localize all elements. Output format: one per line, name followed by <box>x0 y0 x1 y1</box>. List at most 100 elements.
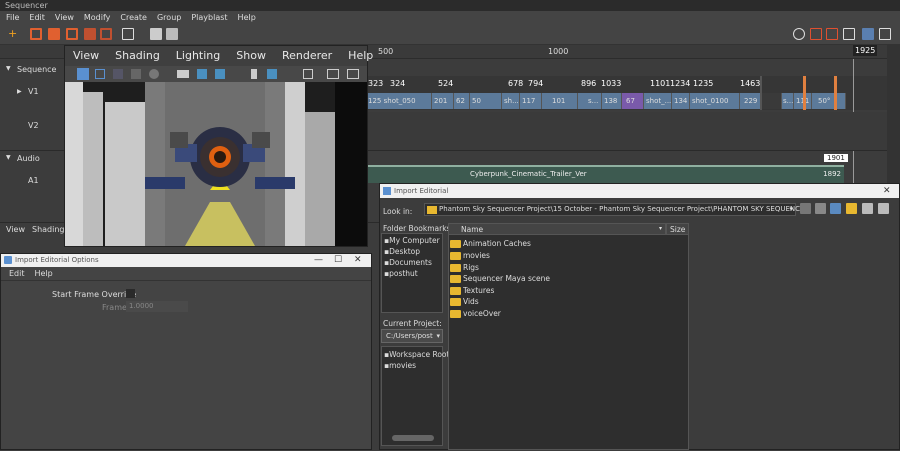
smooth-tool-icon[interactable] <box>149 69 159 79</box>
film2-icon[interactable] <box>215 69 225 79</box>
file-animation-caches[interactable]: Animation Caches <box>463 239 531 248</box>
look-in-dropdown[interactable]: Phantom Sky Sequencer Project\15 October… <box>424 203 809 216</box>
minimize-icon[interactable]: — <box>314 254 323 267</box>
clip-67[interactable]: 67 <box>622 93 644 109</box>
frame-all-icon[interactable] <box>826 28 838 40</box>
bookmark-icon[interactable] <box>251 69 257 79</box>
column-size-header[interactable]: Size <box>666 223 689 235</box>
file-voiceover[interactable]: voiceOver <box>463 309 501 318</box>
audio-clip[interactable]: Cyberpunk_Cinematic_Trailer_Ver 1892 <box>368 165 844 183</box>
options-menu-edit[interactable]: Edit <box>9 267 25 280</box>
clip-shot-050[interactable]: 125 shot_050 <box>366 93 432 109</box>
merge-icon[interactable] <box>84 28 96 40</box>
viewport-scene[interactable] <box>65 82 367 246</box>
playblast-icon[interactable] <box>122 28 134 40</box>
menu-modify[interactable]: Modify <box>84 11 111 25</box>
list-view-icon[interactable] <box>862 203 873 214</box>
split-icon[interactable] <box>66 28 78 40</box>
file-vids[interactable]: Vids <box>463 297 479 306</box>
clip-138[interactable]: 138 <box>602 93 622 109</box>
lower-menu-shading[interactable]: Shading <box>32 225 65 234</box>
clip-101[interactable]: 101 <box>542 93 578 109</box>
clip-sh[interactable]: sh... <box>502 93 520 109</box>
menu-playblast[interactable]: Playblast <box>191 11 227 25</box>
vp-menu-help[interactable]: Help <box>348 46 373 66</box>
menu-file[interactable]: File <box>6 11 19 25</box>
history-icon[interactable] <box>793 28 805 40</box>
screen-icon[interactable] <box>347 69 359 79</box>
file-textures[interactable]: Textures <box>463 286 494 295</box>
project-workspace-root[interactable]: ▪Workspace Root <box>384 350 449 359</box>
collapse-icon[interactable]: ▼ <box>6 65 11 72</box>
menu-help[interactable]: Help <box>238 11 256 25</box>
vp-menu-renderer[interactable]: Renderer <box>282 46 332 66</box>
start-frame-override-checkbox[interactable] <box>126 289 135 298</box>
clip-229[interactable]: 229 <box>740 93 762 109</box>
tools-icon[interactable] <box>267 69 277 79</box>
file-sequencer-maya-scene[interactable]: Sequencer Maya scene <box>463 274 550 283</box>
file-movies[interactable]: movies <box>463 251 490 260</box>
camera-icon[interactable] <box>177 70 189 78</box>
forward-icon[interactable] <box>815 203 826 214</box>
camera-tool-icon[interactable] <box>95 69 105 79</box>
file-rigs[interactable]: Rigs <box>463 263 479 272</box>
clip-117[interactable]: 117 <box>520 93 542 109</box>
new-folder-icon[interactable] <box>846 203 857 214</box>
collapse-audio-icon[interactable]: ▼ <box>6 154 11 161</box>
bookmark-desktop[interactable]: ▪Desktop <box>384 247 420 256</box>
vp-menu-shading[interactable]: Shading <box>115 46 160 66</box>
detail-view-icon[interactable] <box>878 203 889 214</box>
bookmark-documents[interactable]: ▪Documents <box>384 258 432 267</box>
camera-icon[interactable] <box>150 28 162 40</box>
frame-input[interactable]: 1.0000 <box>126 301 188 312</box>
menu-create[interactable]: Create <box>120 11 147 25</box>
film-icon[interactable] <box>197 69 207 79</box>
select-tool-icon[interactable] <box>77 68 89 80</box>
viewport-toolbar <box>65 66 367 82</box>
ruler-mark-500: 500 <box>378 47 394 56</box>
sound-icon[interactable] <box>166 28 178 40</box>
menu-group[interactable]: Group <box>157 11 181 25</box>
menu-edit[interactable]: Edit <box>29 11 45 25</box>
select-shot-icon[interactable] <box>30 28 42 40</box>
menu-view[interactable]: View <box>55 11 74 25</box>
grid-icon[interactable] <box>303 69 313 79</box>
clip-201[interactable]: 201 <box>432 93 454 109</box>
column-name-header[interactable]: Name ▾ <box>448 223 666 235</box>
current-project-dropdown[interactable]: C:/Users/post ▾ <box>381 329 443 343</box>
track-v2: V2 <box>28 121 39 130</box>
clip-shot-0100[interactable]: shot_0100 <box>690 93 740 109</box>
trim-icon[interactable] <box>100 28 112 40</box>
frame-icon[interactable] <box>810 28 822 40</box>
clip-62[interactable]: 62 <box>454 93 470 109</box>
wire-tool-icon[interactable] <box>131 69 141 79</box>
vp-menu-lighting[interactable]: Lighting <box>176 46 220 66</box>
close-icon[interactable]: ✕ <box>883 185 891 198</box>
grid-tool-icon[interactable] <box>113 69 123 79</box>
clip-s2[interactable]: s... <box>782 93 794 109</box>
shot-tool-icon[interactable] <box>48 28 60 40</box>
clip-s[interactable]: s... <box>578 93 602 109</box>
project-movies[interactable]: ▪movies <box>384 361 416 370</box>
clip-shot-dots[interactable]: shot_... <box>644 93 672 109</box>
up-icon[interactable] <box>830 203 841 214</box>
options-menu-help[interactable]: Help <box>35 267 53 280</box>
settings-icon[interactable] <box>843 28 855 40</box>
expand-icon[interactable]: ▶ <box>17 88 22 95</box>
clip-134[interactable]: 134 <box>672 93 690 109</box>
bookmark-posthut[interactable]: ▪posthut <box>384 269 418 278</box>
close-icon[interactable]: ✕ <box>354 254 362 267</box>
project-scrollbar[interactable] <box>392 435 434 441</box>
add-shot-icon[interactable]: + <box>8 28 20 40</box>
vp-menu-view[interactable]: View <box>73 46 99 66</box>
lower-menu-view[interactable]: View <box>6 225 25 234</box>
layout-icon[interactable] <box>862 28 874 40</box>
back-icon[interactable] <box>800 203 811 214</box>
frame-icon[interactable] <box>327 69 339 79</box>
bookmark-my-computer[interactable]: ▪My Computer <box>384 236 440 245</box>
clip-50[interactable]: 50 <box>470 93 502 109</box>
clip-50-deg[interactable]: 50° <box>812 93 846 109</box>
maximize-icon[interactable]: ☐ <box>334 254 342 267</box>
panel-icon[interactable] <box>879 28 891 40</box>
vp-menu-show[interactable]: Show <box>236 46 266 66</box>
